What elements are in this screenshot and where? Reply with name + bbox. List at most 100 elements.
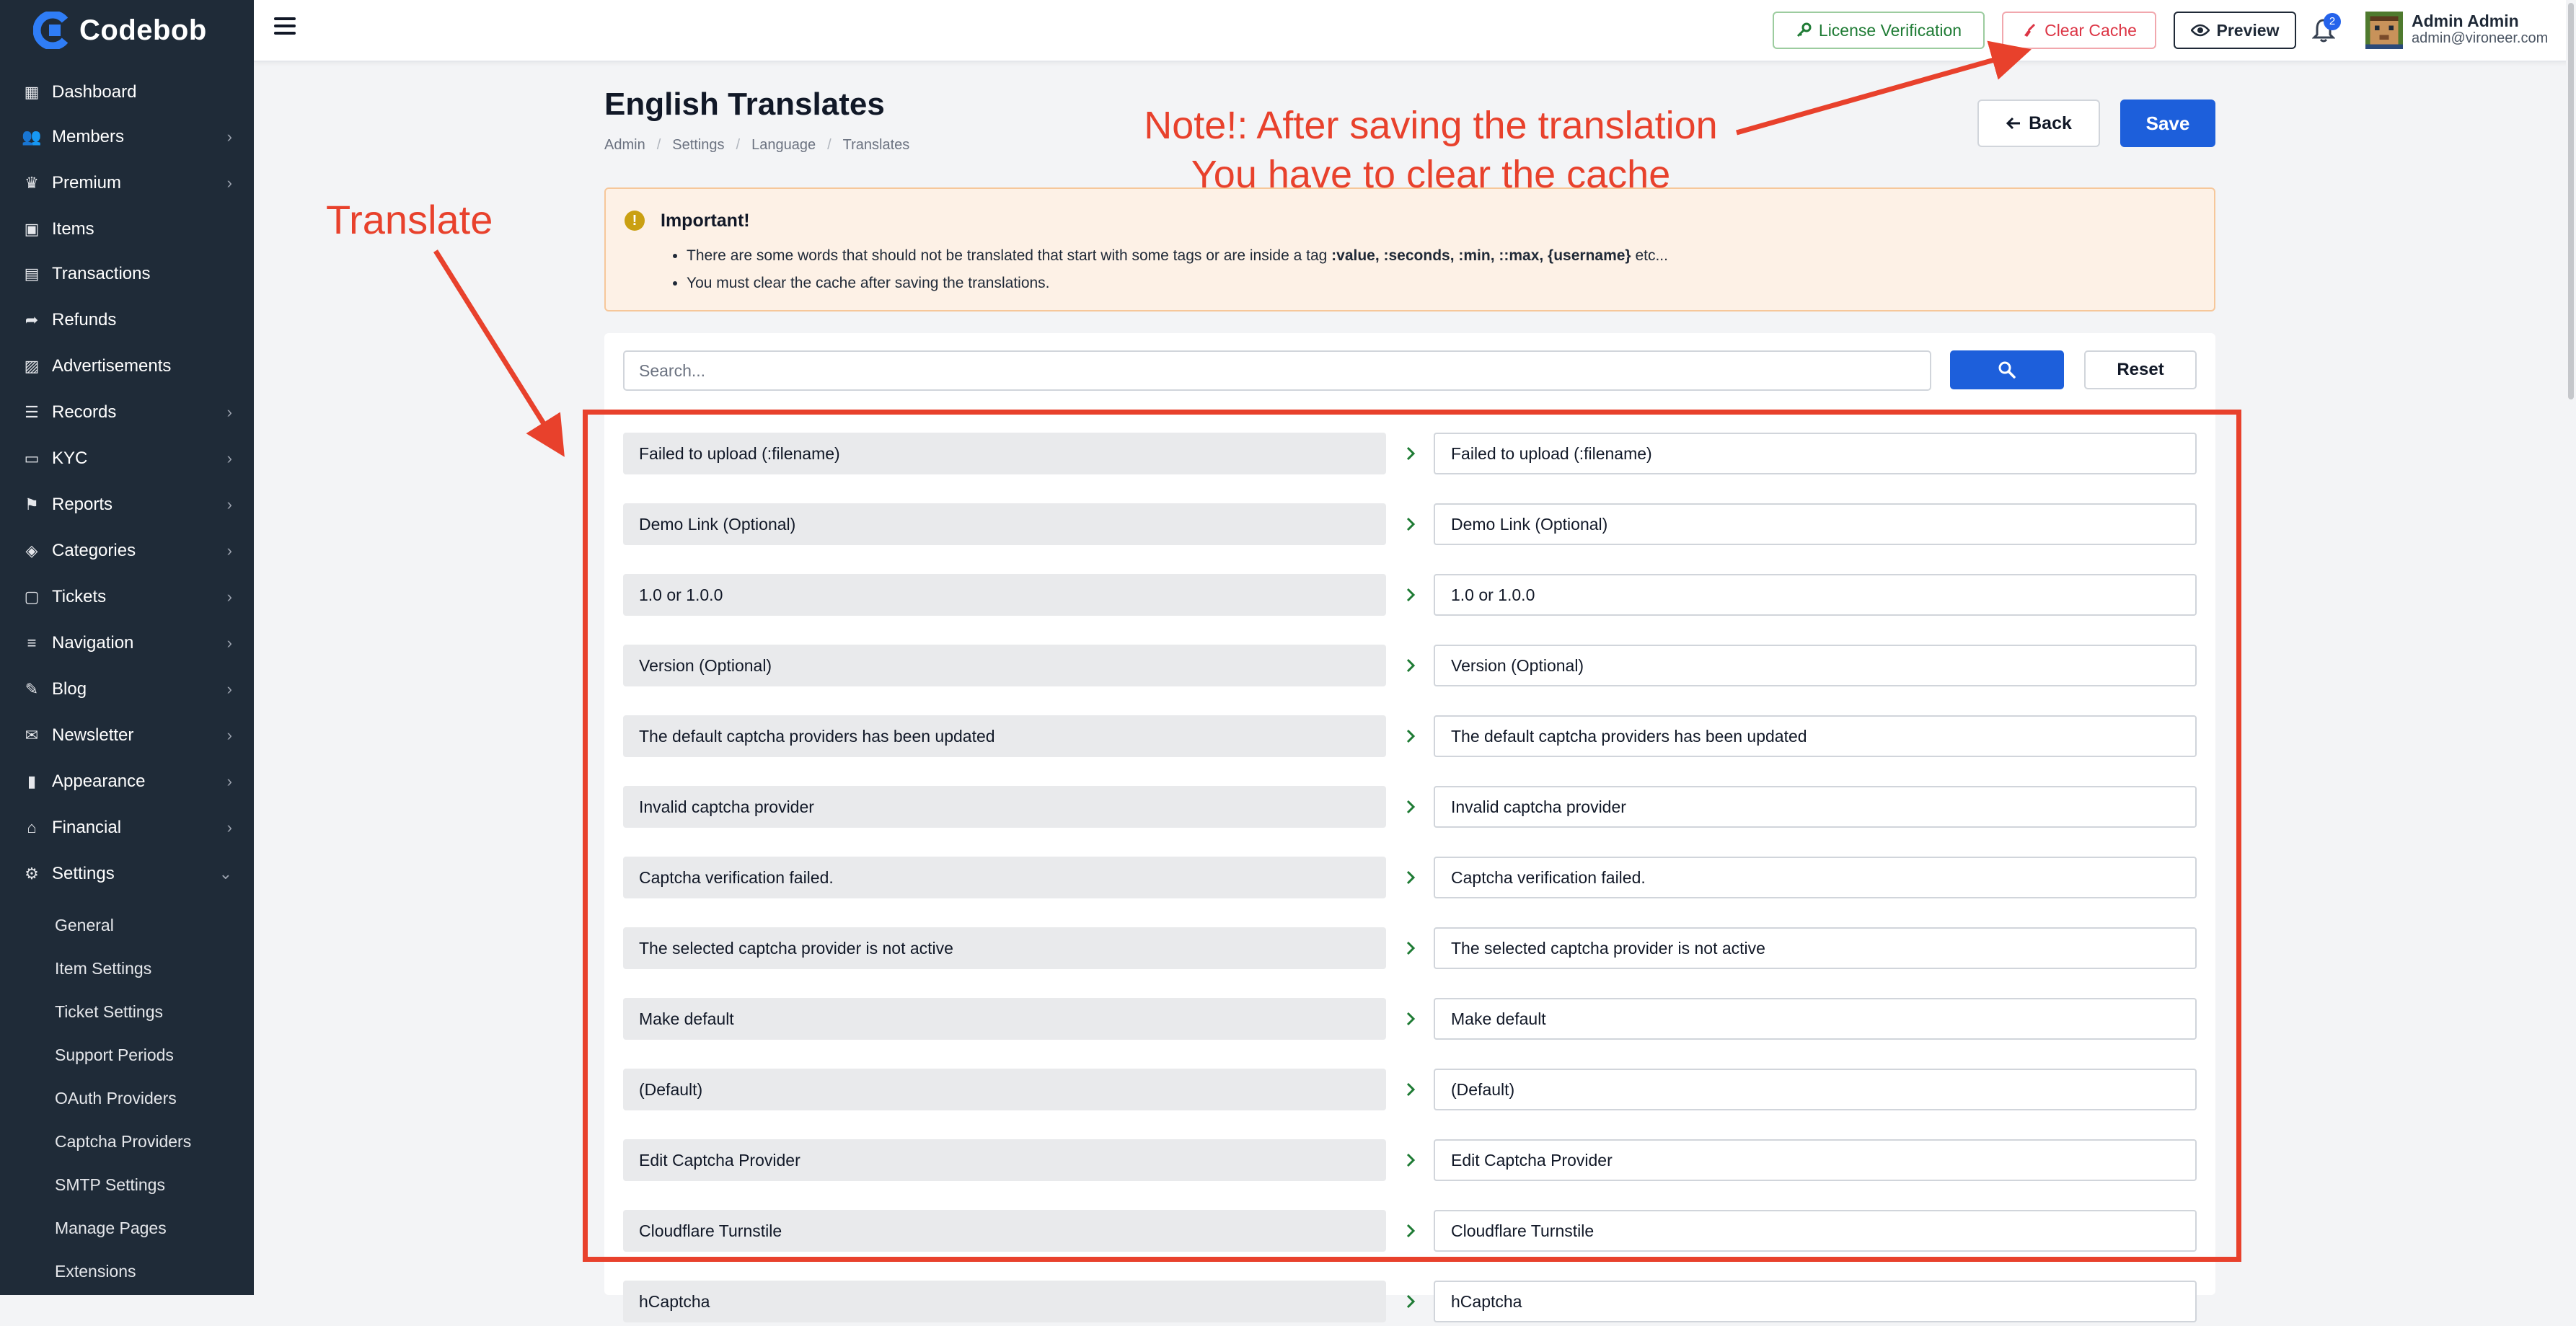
back-label: Back [2029,112,2072,133]
sidebar-item-advertisements[interactable]: ▨ Advertisements [0,345,254,388]
chevron-right-icon: › [226,495,232,513]
sidebar-item-transactions[interactable]: ▤ Transactions [0,252,254,296]
menu-toggle-icon[interactable] [274,17,296,35]
brand-name: Codebob [79,14,207,46]
sidebar-item-kyc[interactable]: ▭ KYC › [0,437,254,480]
sidebar-subitem-oauth-providers[interactable]: OAuth Providers [55,1089,177,1108]
sidebar-subitem-smtp-settings[interactable]: SMTP Settings [55,1175,165,1195]
sidebar-subitem-support-periods[interactable]: Support Periods [55,1046,174,1065]
annotation-note-line1: Note!: After saving the translation [1144,104,1718,147]
alert-item: You must clear the cache after saving th… [687,270,1668,297]
brand[interactable]: Codebob [0,0,254,61]
alert-line1-tags: :value, :seconds, :min, ::max, {username… [1331,247,1631,264]
sidebar-subitem-manage-pages[interactable]: Manage Pages [55,1219,167,1238]
codebob-logo-icon [33,12,69,49]
save-button[interactable]: Save [2120,100,2215,147]
user-name[interactable]: Admin Admin [2412,12,2519,31]
page-title: English Translates [604,87,885,122]
search-input[interactable] [623,350,1931,391]
annotation-note-line2: You have to clear the cache [1191,153,1671,196]
blog-icon: ✎ [25,680,39,698]
chevron-right-icon: › [226,542,232,560]
sidebar-item-label: Newsletter [52,725,134,745]
breadcrumb-translates: Translates [842,137,910,153]
sidebar-item-label: Dashboard [52,82,137,102]
sidebar-item-items[interactable]: ▣ Items [0,208,254,251]
sidebar-item-label: KYC [52,448,88,468]
annotation-translate-label: Translate [326,197,493,242]
sidebar-item-blog[interactable]: ✎ Blog › [0,668,254,711]
sidebar-item-label: Appearance [52,772,146,791]
chevron-right-icon: › [226,128,232,146]
sidebar-item-dashboard[interactable]: ▦ Dashboard [0,71,254,114]
sidebar-subitem-ticket-settings[interactable]: Ticket Settings [55,1002,163,1022]
flag-icon: ⚑ [25,495,39,513]
arrow-to-translations [433,249,565,457]
sidebar-item-navigation[interactable]: ≡ Navigation › [0,622,254,665]
annotation-highlight-box [583,410,2241,1262]
sidebar-item-label: Premium [52,173,122,193]
sidebar-item-label: Categories [52,541,136,560]
gear-icon: ⚙ [25,865,39,883]
chevron-right-icon: › [226,772,232,790]
sidebar-item-premium[interactable]: ♛ Premium › [0,162,254,205]
sidebar-item-label: Refunds [52,310,117,330]
preview-label: Preview [2216,20,2280,40]
chevron-right-icon: › [226,403,232,421]
back-button[interactable]: Back [1977,100,2100,147]
sidebar-item-label: Blog [52,679,87,699]
broom-icon [2024,23,2036,37]
search-icon [1998,361,2016,379]
sidebar-item-label: Financial [52,818,122,837]
sidebar-subitem-extensions[interactable]: Extensions [55,1262,136,1281]
bars-icon: ≡ [27,634,37,652]
chevron-down-icon: ⌄ [219,865,232,883]
sidebar-item-appearance[interactable]: ▮ Appearance › [0,760,254,803]
chevron-right-icon: › [226,634,232,652]
envelope-icon: ✉ [25,726,39,744]
exclamation-icon: ! [625,211,645,231]
sidebar-item-refunds[interactable]: ➦ Refunds [0,299,254,342]
receipt-icon: ▤ [24,265,40,283]
breadcrumb-admin[interactable]: Admin [604,137,645,154]
clear-cache-label: Clear Cache [2045,20,2137,40]
translation-source: hCaptcha [623,1281,1386,1322]
dashboard-icon: ▦ [24,83,40,101]
important-alert: ! Important! There are some words that s… [604,187,2215,311]
crown-icon: ♛ [25,174,39,192]
preview-button[interactable]: Preview [2174,12,2296,49]
sidebar-item-records[interactable]: ☰ Records › [0,391,254,434]
chevron-right-icon: › [226,174,232,192]
key-icon [1796,22,1812,37]
sidebar-item-categories[interactable]: ◈ Categories › [0,529,254,573]
clear-cache-button[interactable]: Clear Cache [2002,12,2156,49]
sidebar-item-label: Items [52,219,94,239]
sidebar-subitem-general[interactable]: General [55,916,114,935]
search-button[interactable] [1950,350,2064,389]
arrow-to-clear-cache [1736,40,2032,136]
reset-button[interactable]: Reset [2084,350,2197,389]
sidebar-item-financial[interactable]: ⌂ Financial › [0,806,254,849]
breadcrumb-settings[interactable]: Settings [672,137,724,154]
breadcrumb: Admin / Settings / Language / Translates [604,137,909,154]
breadcrumb-language[interactable]: Language [751,137,816,154]
image-icon: ▨ [24,357,40,375]
translation-input[interactable]: hCaptcha [1434,1281,2197,1322]
share-icon: ➦ [25,311,39,329]
user-email: admin@vironeer.com [2412,30,2549,46]
sidebar-item-newsletter[interactable]: ✉ Newsletter › [0,714,254,757]
scrollbar-thumb[interactable] [2568,3,2574,399]
tags-icon: ◈ [25,542,38,560]
sidebar-subitem-captcha-providers[interactable]: Captcha Providers [55,1132,191,1152]
avatar[interactable] [2365,12,2403,49]
alert-line1-prefix: There are some words that should not be … [687,247,1332,264]
chevron-right-icon: › [226,818,232,836]
sidebar-item-tickets[interactable]: ▢ Tickets › [0,575,254,619]
license-verification-button[interactable]: License Verification [1773,12,1985,49]
bank-icon: ⌂ [27,818,37,836]
sidebar-item-reports[interactable]: ⚑ Reports › [0,483,254,526]
sidebar-item-members[interactable]: 👥 Members › [0,115,254,159]
sidebar-subitem-item-settings[interactable]: Item Settings [55,959,151,978]
sidebar-item-settings[interactable]: ⚙ Settings ⌄ [0,852,254,896]
breadcrumb-separator: / [656,137,661,153]
